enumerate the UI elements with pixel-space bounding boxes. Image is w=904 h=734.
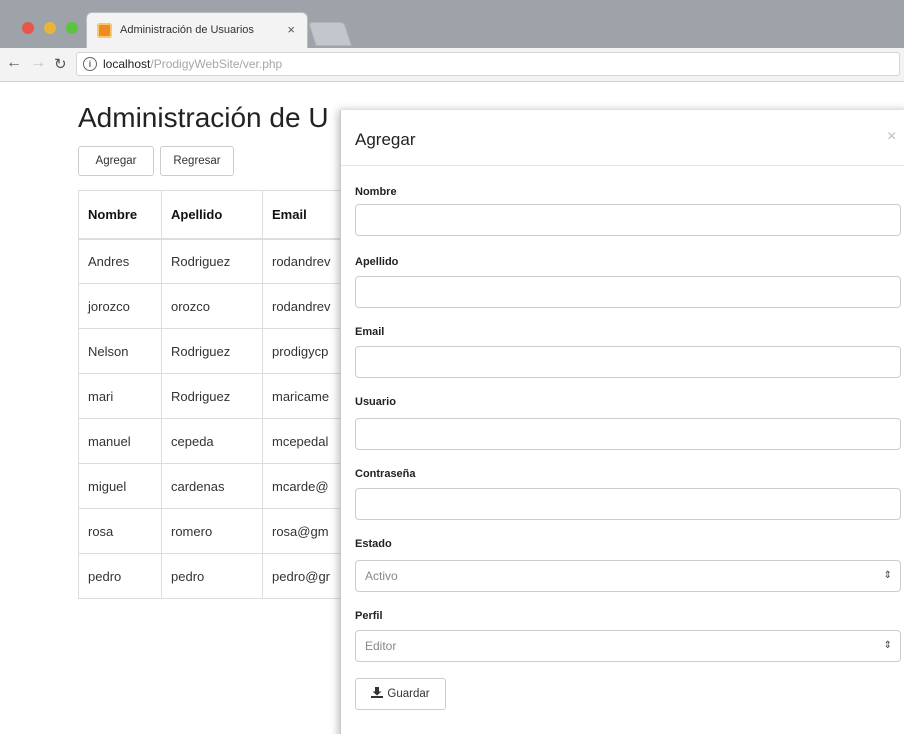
- cell-nombre: miguel: [78, 463, 162, 509]
- url-path: /ProdigyWebSite/ver.php: [150, 57, 283, 71]
- select-arrow-icon: ⇕: [883, 640, 892, 651]
- table-row: Nelson Rodriguez prodigycp: [78, 328, 353, 374]
- cell-apellido: cardenas: [161, 463, 263, 509]
- cell-apellido: Rodriguez: [161, 238, 263, 284]
- email-field[interactable]: [355, 346, 901, 378]
- table-row: miguel cardenas mcarde@: [78, 463, 353, 509]
- forward-arrow-icon[interactable]: →: [30, 54, 46, 72]
- table-row: Andres Rodriguez rodandrev: [78, 238, 353, 284]
- cell-apellido: Rodriguez: [161, 373, 263, 419]
- download-icon: [371, 687, 384, 698]
- nombre-field[interactable]: [355, 204, 901, 236]
- cell-email: prodigycp: [262, 328, 353, 374]
- close-icon[interactable]: ×: [887, 128, 896, 146]
- add-user-button[interactable]: Agregar: [78, 146, 154, 176]
- table-row: jorozco orozco rodandrev: [78, 283, 353, 329]
- back-arrow-icon[interactable]: ←: [6, 54, 22, 72]
- table-header-row: Nombre Apellido Email: [78, 190, 353, 240]
- url-host: localhost: [103, 57, 151, 71]
- usuario-field[interactable]: [355, 418, 901, 450]
- save-button[interactable]: Guardar: [355, 678, 446, 710]
- tab-title: Administración de Usuarios: [120, 24, 254, 36]
- cell-nombre: rosa: [78, 508, 162, 554]
- cell-email: mcarde@: [262, 463, 353, 509]
- cell-email: rodandrev: [262, 283, 353, 329]
- url-text: localhost/ProdigyWebSite/ver.php: [103, 57, 282, 71]
- cell-email: rodandrev: [262, 238, 353, 284]
- users-table: Nombre Apellido Email Andres Rodriguez r…: [78, 190, 353, 599]
- apellido-label: Apellido: [355, 256, 399, 268]
- usuario-label: Usuario: [355, 396, 396, 408]
- header-apellido: Apellido: [161, 190, 263, 240]
- cell-apellido: romero: [161, 508, 263, 554]
- cell-nombre: pedro: [78, 553, 162, 599]
- table-row: rosa romero rosa@gm: [78, 508, 353, 554]
- cell-apellido: Rodriguez: [161, 328, 263, 374]
- cell-email: rosa@gm: [262, 508, 353, 554]
- reload-icon[interactable]: ↻: [54, 55, 67, 73]
- perfil-select[interactable]: Editor ⇕: [355, 630, 901, 662]
- browser-titlebar: Administración de Usuarios ×: [0, 0, 904, 48]
- table-row: manuel cepeda mcepedal: [78, 418, 353, 464]
- window-minimize-button[interactable]: [44, 22, 56, 34]
- contrasena-label: Contraseña: [355, 468, 416, 480]
- tab-close-icon[interactable]: ×: [287, 22, 295, 37]
- cell-email: mcepedal: [262, 418, 353, 464]
- perfil-value: Editor: [365, 639, 397, 653]
- info-icon[interactable]: i: [83, 57, 97, 71]
- password-field[interactable]: [355, 488, 901, 520]
- table-row: mari Rodriguez maricame: [78, 373, 353, 419]
- page-title: Administración de U: [78, 102, 329, 133]
- perfil-label: Perfil: [355, 610, 383, 622]
- modal-title: Agregar: [355, 130, 416, 149]
- cell-apellido: pedro: [161, 553, 263, 599]
- estado-label: Estado: [355, 538, 392, 550]
- cell-email: pedro@gr: [262, 553, 353, 599]
- new-tab-button[interactable]: [308, 22, 352, 46]
- cell-nombre: manuel: [78, 418, 162, 464]
- estado-select[interactable]: Activo ⇕: [355, 560, 901, 592]
- browser-toolbar: ← → ↻ i localhost/ProdigyWebSite/ver.php: [0, 48, 904, 82]
- table-row: pedro pedro pedro@gr: [78, 553, 353, 599]
- estado-value: Activo: [365, 569, 398, 583]
- address-bar[interactable]: i localhost/ProdigyWebSite/ver.php: [76, 52, 900, 76]
- cell-apellido: cepeda: [161, 418, 263, 464]
- back-button[interactable]: Regresar: [160, 146, 234, 176]
- cell-nombre: mari: [78, 373, 162, 419]
- cell-nombre: jorozco: [78, 283, 162, 329]
- select-arrow-icon: ⇕: [883, 570, 892, 581]
- window-zoom-button[interactable]: [66, 22, 78, 34]
- cell-nombre: Nelson: [78, 328, 162, 374]
- browser-tab[interactable]: Administración de Usuarios ×: [86, 12, 308, 48]
- email-label: Email: [355, 326, 385, 338]
- header-nombre: Nombre: [78, 190, 162, 240]
- cell-email: maricame: [262, 373, 353, 419]
- add-user-modal: Agregar × Nombre Apellido Email Usuario …: [340, 110, 904, 734]
- cell-apellido: orozco: [161, 283, 263, 329]
- apellido-field[interactable]: [355, 276, 901, 308]
- header-email: Email: [262, 190, 353, 240]
- favicon-icon: [97, 23, 112, 38]
- nombre-label: Nombre: [355, 186, 397, 198]
- save-button-label: Guardar: [387, 688, 430, 700]
- window-close-button[interactable]: [22, 22, 34, 34]
- modal-header: Agregar ×: [341, 110, 904, 166]
- cell-nombre: Andres: [78, 238, 162, 284]
